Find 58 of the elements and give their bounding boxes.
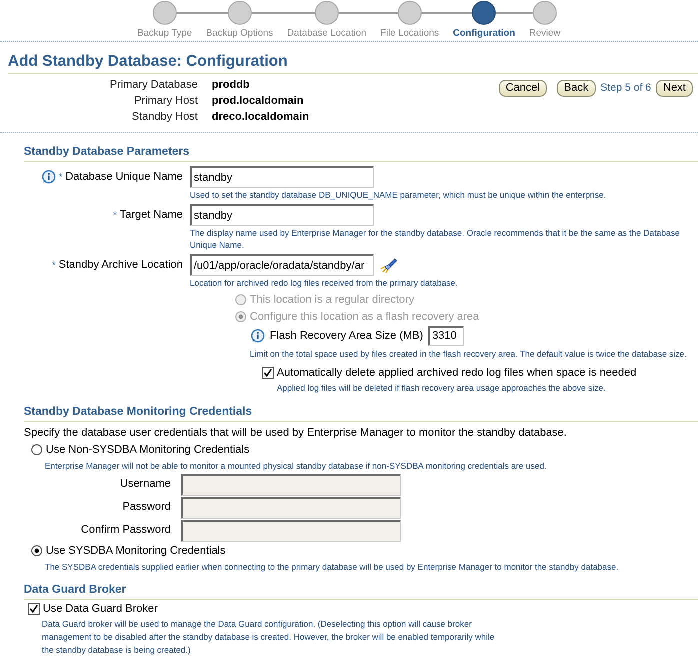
summary-value: dreco.localdomain bbox=[212, 110, 310, 125]
field-hint: The display name used by Enterprise Manager for the standby database. Oracle recommends that it be the same as the Database Unique Name. bbox=[190, 227, 681, 251]
field-hint: Location for archived redo log files received from the primary database. bbox=[190, 277, 459, 289]
info-icon bbox=[250, 328, 265, 342]
option-hint: Enterprise Manager will not be able to monitor a mounted physical standby database if non-SYSDBA monitoring credentials are used. bbox=[45, 460, 548, 472]
field-label: Confirm Password bbox=[80, 523, 171, 538]
radio-label: This location is a regular directory bbox=[250, 294, 414, 306]
section-intro: Specify the database user credentials that will be used by Enterprise Manager to monitor the standby database. bbox=[24, 426, 568, 440]
checkbox-label: Automatically delete applied archived redo log files when space is needed bbox=[277, 366, 637, 378]
text-field[interactable]: standby bbox=[190, 166, 374, 188]
page-title: Add Standby Database: Configuration bbox=[8, 52, 289, 72]
field-hint: Applied log files will be deleted if flash recovery area usage approaches the above size. bbox=[277, 382, 607, 394]
step-label[interactable]: Configuration bbox=[446, 25, 522, 39]
back-button[interactable]: Back bbox=[557, 80, 596, 96]
required-mark: * bbox=[114, 210, 118, 220]
checkbox-label: Use Data Guard Broker bbox=[43, 603, 158, 615]
step-marker[interactable] bbox=[532, 0, 557, 24]
field-label: Target Name bbox=[120, 209, 183, 221]
field-label: Database Unique Name bbox=[66, 171, 183, 183]
text-field[interactable]: /u01/app/oracle/oradata/standby/ar bbox=[190, 254, 374, 276]
field-hint: Limit on the total space used by files created in the flash recovery area. The default value is twice the database size. bbox=[250, 348, 688, 360]
step-marker[interactable] bbox=[314, 0, 339, 24]
step-label[interactable]: Database Location bbox=[280, 25, 374, 39]
field-label: Username bbox=[119, 477, 171, 492]
step-label[interactable]: Backup Options bbox=[199, 25, 280, 39]
field-label: Password bbox=[122, 500, 171, 515]
summary-label: Primary Host bbox=[133, 94, 198, 109]
step-marker[interactable] bbox=[398, 0, 422, 24]
text-field[interactable]: standby bbox=[190, 204, 374, 226]
radio-label: Use SYSDBA Monitoring Credentials bbox=[46, 545, 226, 557]
flashlight-icon[interactable] bbox=[380, 256, 398, 274]
required-mark: * bbox=[52, 260, 56, 270]
checkbox[interactable] bbox=[28, 603, 40, 615]
field-label: Flash Recovery Area Size (MB) bbox=[270, 330, 424, 342]
radio-button[interactable] bbox=[31, 444, 43, 456]
option-hint: The SYSDBA credentials supplied earlier when connecting to the primary database will be used by Enterprise Manager to monitor the standby database. bbox=[45, 561, 620, 573]
radio-label: Configure this location as a flash recovery area bbox=[250, 310, 480, 322]
step-marker[interactable] bbox=[472, 0, 496, 24]
checkbox[interactable] bbox=[262, 366, 274, 378]
section-heading: Standby Database Monitoring Credentials bbox=[24, 404, 698, 422]
step-marker[interactable] bbox=[152, 0, 177, 24]
summary-value: prod.localdomain bbox=[212, 94, 305, 109]
step-marker[interactable] bbox=[228, 0, 252, 24]
summary-value: proddb bbox=[212, 78, 251, 93]
field-label: Standby Archive Location bbox=[58, 259, 183, 271]
radio-button[interactable] bbox=[31, 545, 43, 557]
number-field[interactable]: 3310 bbox=[428, 326, 464, 346]
required-mark: * bbox=[59, 172, 63, 182]
option-hint: Data Guard broker will be used to manage the Data Guard configuration. (Deselecting this option will cause broker management to be disabled after the standby database is created. However, the broker will be enabled temporarily while the standby database is being created.) bbox=[42, 618, 496, 657]
cancel-button[interactable]: Cancel bbox=[498, 80, 548, 96]
summary-label: Standby Host bbox=[130, 110, 198, 125]
field-hint: Used to set the standby database DB_UNIQUE_NAME parameter, which must be unique within the enterprise. bbox=[190, 189, 608, 201]
next-button[interactable]: Next bbox=[656, 80, 693, 96]
step-indicator: Step 5 of 6 bbox=[600, 82, 652, 94]
section-heading: Data Guard Broker bbox=[24, 582, 698, 600]
radio-label: Use Non-SYSDBA Monitoring Credentials bbox=[46, 444, 250, 456]
summary-label: Primary Database bbox=[108, 78, 198, 93]
section-heading: Standby Database Parameters bbox=[24, 144, 698, 162]
